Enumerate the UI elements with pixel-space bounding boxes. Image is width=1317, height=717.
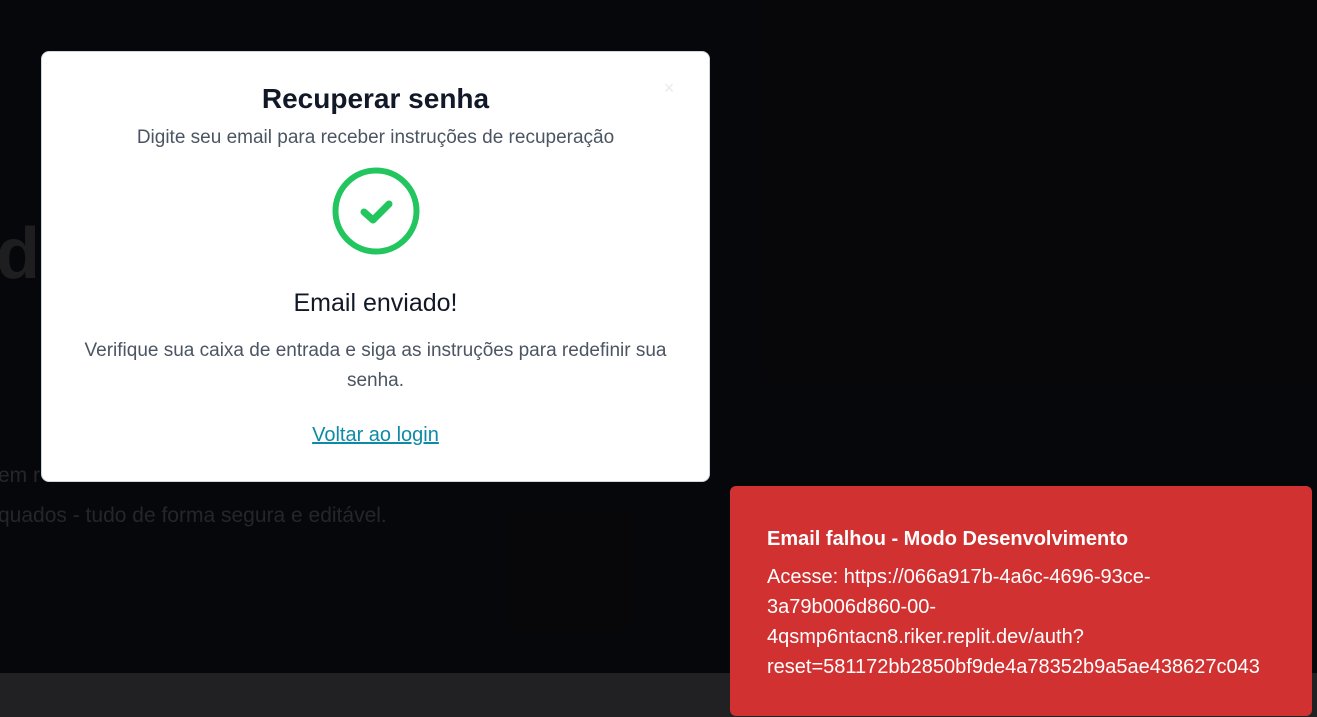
success-title: Email enviado! — [293, 289, 458, 317]
toast-message-line-3: 4qsmp6ntacn8.riker.replit.dev/auth? — [767, 626, 1084, 648]
close-button[interactable]: × — [659, 78, 679, 98]
toast-message-line-2: 3a79b006d860-00- — [767, 596, 937, 618]
toast-title: Email falhou - Modo Desenvolvimento — [767, 528, 1129, 550]
password-recovery-dialog: × Recuperar senha Digite seu email para … — [41, 51, 710, 482]
dialog-subtitle: Digite seu email para receber instruções… — [136, 127, 615, 148]
dialog-title: Recuperar senha — [261, 83, 490, 114]
back-to-login-link[interactable]: Voltar ao login — [312, 424, 439, 447]
success-message: Verifique sua caixa de entrada e siga as… — [84, 340, 667, 391]
toast-message: Acesse: https://066a917b-4a6c-4696-93ce-… — [767, 562, 1282, 682]
toast-message-line-1: Acesse: https://066a917b-4a6c-4696-93ce- — [767, 566, 1151, 588]
error-toast[interactable]: Email falhou - Modo Desenvolvimento Aces… — [730, 486, 1312, 716]
page: da em r quados - tudo de forma segura e … — [0, 0, 1317, 717]
check-circle-icon — [332, 167, 419, 255]
toast-message-line-4: reset=581172bb2850bf9de4a78352b9a5ae4386… — [767, 656, 1260, 678]
